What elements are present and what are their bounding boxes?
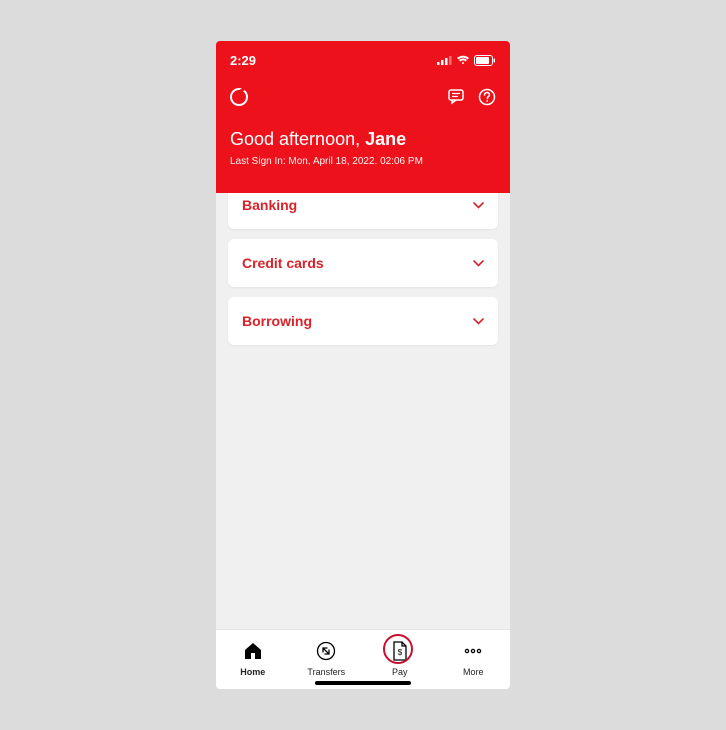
credit-cards-label: Credit cards	[242, 255, 324, 271]
chevron-down-icon	[473, 202, 484, 209]
cellular-icon	[437, 55, 452, 65]
greeting-prefix: Good afternoon,	[230, 129, 365, 149]
banking-label: Banking	[242, 197, 297, 213]
bottom-tab-bar: Home Transfers $ Pay	[216, 629, 510, 689]
tab-pay-label: Pay	[392, 667, 408, 677]
tab-transfers[interactable]: Transfers	[299, 638, 353, 677]
header: 2:29	[216, 41, 510, 193]
transfers-icon	[316, 641, 336, 661]
tab-transfers-label: Transfers	[307, 667, 345, 677]
more-icon	[463, 648, 483, 654]
phone-frame: 2:29	[216, 41, 510, 689]
tab-more[interactable]: More	[446, 638, 500, 677]
home-icon	[243, 642, 263, 660]
top-icons	[448, 88, 496, 106]
tab-more-label: More	[463, 667, 484, 677]
tab-home-label: Home	[240, 667, 265, 677]
home-indicator	[315, 681, 411, 685]
chevron-down-icon	[473, 318, 484, 325]
top-toolbar	[230, 85, 496, 109]
user-name: Jane	[365, 129, 406, 149]
status-time: 2:29	[230, 53, 256, 68]
credit-cards-card[interactable]: Credit cards	[228, 239, 498, 287]
status-icons	[437, 55, 496, 66]
chevron-down-icon	[473, 260, 484, 267]
greeting-text: Good afternoon, Jane	[230, 129, 496, 150]
last-sign-in-text: Last Sign In: Mon, April 18, 2022. 02:06…	[230, 156, 496, 167]
wifi-icon	[456, 55, 470, 65]
help-icon[interactable]	[478, 88, 496, 106]
status-bar: 2:29	[230, 49, 496, 71]
bank-logo-icon[interactable]	[230, 88, 248, 106]
highlight-ring	[383, 634, 413, 664]
borrowing-card[interactable]: Borrowing	[228, 297, 498, 345]
tab-home[interactable]: Home	[226, 638, 280, 677]
borrowing-label: Borrowing	[242, 313, 312, 329]
battery-icon	[474, 55, 496, 66]
chat-icon[interactable]	[448, 89, 466, 105]
tab-pay[interactable]: $ Pay	[373, 638, 427, 677]
main-content: Banking Credit cards Borrowing	[216, 181, 510, 629]
